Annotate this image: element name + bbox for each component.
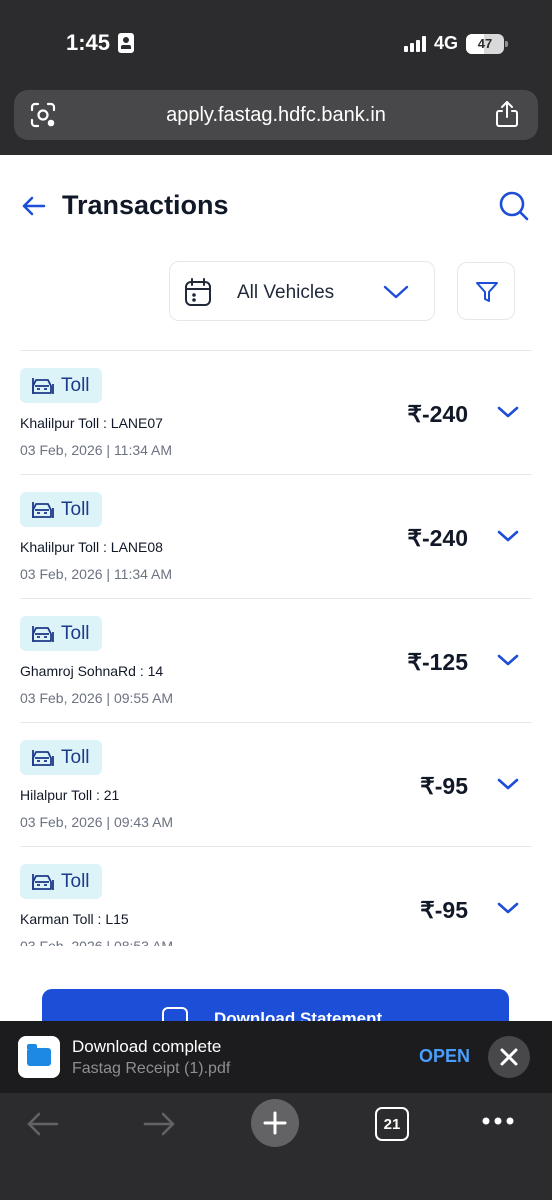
transaction-datetime: 03 Feb, 2026 | 08:53 AM <box>20 938 173 946</box>
transaction-time: 09:55 AM <box>113 690 174 706</box>
transaction-time: 11:34 AM <box>113 566 173 582</box>
transaction-date: 03 Feb, 2026 <box>20 442 103 458</box>
car-icon <box>32 501 54 518</box>
vehicle-dropdown[interactable]: All Vehicles <box>169 261 435 321</box>
toll-tag: Toll <box>20 740 102 775</box>
share-icon[interactable] <box>494 100 520 128</box>
car-icon <box>32 749 54 766</box>
car-icon <box>32 873 54 890</box>
chevron-down-icon[interactable] <box>496 775 520 793</box>
funnel-icon <box>476 282 498 302</box>
network-type: 4G <box>433 33 458 53</box>
browser-toolbar: 21 <box>0 1093 552 1200</box>
transaction-row[interactable]: Toll Khalilpur Toll : LANE08 03 Feb, 202… <box>20 475 532 599</box>
transaction-datetime: 03 Feb, 2026 | 11:34 AM <box>20 566 173 582</box>
toast-close-button[interactable] <box>488 1036 530 1078</box>
transaction-list[interactable]: Toll Khalilpur Toll : LANE07 03 Feb, 202… <box>20 350 532 946</box>
close-icon <box>500 1048 518 1066</box>
toll-tag: Toll <box>20 616 102 651</box>
transaction-datetime: 03 Feb, 2026 | 11:34 AM <box>20 442 173 458</box>
browser-chrome: 1:45 4G 47 apply.fastag.hdfc.bank.in <box>0 0 552 155</box>
filter-button[interactable] <box>457 262 515 320</box>
toast-open-button[interactable]: OPEN <box>419 1046 470 1067</box>
transaction-date: 03 Feb, 2026 <box>20 690 103 706</box>
more-icon[interactable] <box>480 1115 516 1127</box>
forward-arrow-icon[interactable] <box>142 1111 176 1137</box>
toll-tag: Toll <box>20 492 102 527</box>
toll-location: Khalilpur Toll : LANE07 <box>20 415 163 431</box>
toll-tag: Toll <box>20 368 102 403</box>
transaction-date: 03 Feb, 2026 <box>20 938 103 946</box>
url-text[interactable]: apply.fastag.hdfc.bank.in <box>14 104 538 127</box>
vehicle-dropdown-value: All Vehicles <box>237 282 335 303</box>
tab-count: 21 <box>383 1115 401 1133</box>
tag-label: Toll <box>61 746 90 768</box>
tag-label: Toll <box>61 622 90 644</box>
address-bar[interactable]: apply.fastag.hdfc.bank.in <box>14 90 538 140</box>
cellular-signal-icon <box>403 35 426 52</box>
files-app-icon <box>18 1036 60 1078</box>
chevron-down-icon[interactable] <box>496 403 520 421</box>
status-indicators: 4G 47 <box>403 33 508 54</box>
status-time-text: 1:45 <box>66 30 111 55</box>
calendar-icon <box>185 278 211 306</box>
transaction-time: 09:43 AM <box>113 814 174 830</box>
transaction-time: 11:34 AM <box>113 442 173 458</box>
tag-label: Toll <box>61 374 90 396</box>
transaction-amount: ₹-240 <box>407 401 468 427</box>
back-arrow-icon[interactable] <box>20 192 48 220</box>
transaction-amount: ₹-240 <box>407 525 468 551</box>
tag-label: Toll <box>61 870 90 892</box>
chevron-down-icon[interactable] <box>496 527 520 545</box>
transaction-date: 03 Feb, 2026 <box>20 566 103 582</box>
toll-location: Karman Toll : L15 <box>20 911 129 927</box>
chevron-down-icon <box>383 285 409 299</box>
transaction-row[interactable]: Toll Karman Toll : L15 03 Feb, 2026 | 08… <box>20 847 532 946</box>
transaction-amount: ₹-95 <box>420 897 468 923</box>
tabs-button[interactable]: 21 <box>375 1107 409 1141</box>
transaction-row[interactable]: Toll Khalilpur Toll : LANE07 03 Feb, 202… <box>20 351 532 475</box>
transaction-datetime: 03 Feb, 2026 | 09:43 AM <box>20 814 174 830</box>
page-title: Transactions <box>62 190 229 220</box>
car-icon <box>32 377 54 394</box>
transaction-date: 03 Feb, 2026 <box>20 814 103 830</box>
status-time: 1:45 <box>66 30 135 56</box>
search-icon[interactable] <box>498 190 530 222</box>
chevron-down-icon[interactable] <box>496 651 520 669</box>
chevron-down-icon[interactable] <box>496 899 520 917</box>
toast-filename: Fastag Receipt (1).pdf <box>72 1060 231 1077</box>
back-arrow-icon[interactable] <box>26 1111 60 1137</box>
toll-tag: Toll <box>20 864 102 899</box>
battery-icon: 47 <box>466 33 508 54</box>
transaction-row[interactable]: Toll Hilalpur Toll : 21 03 Feb, 2026 | 0… <box>20 723 532 847</box>
toast-title: Download complete <box>72 1037 222 1056</box>
toll-location: Khalilpur Toll : LANE08 <box>20 539 163 555</box>
transaction-amount: ₹-125 <box>407 649 468 675</box>
tag-label: Toll <box>61 498 90 520</box>
transaction-amount: ₹-95 <box>420 773 468 799</box>
toll-location: Hilalpur Toll : 21 <box>20 787 120 803</box>
toll-location: Ghamroj SohnaRd : 14 <box>20 663 164 679</box>
transaction-time: 08:53 AM <box>113 938 174 946</box>
plus-icon <box>263 1111 287 1135</box>
transaction-row[interactable]: Toll Ghamroj SohnaRd : 14 03 Feb, 2026 |… <box>20 599 532 723</box>
download-toast: Download complete Fastag Receipt (1).pdf… <box>0 1021 552 1093</box>
new-tab-button[interactable] <box>251 1099 299 1147</box>
contact-card-icon <box>118 33 135 53</box>
battery-percent: 47 <box>477 36 493 51</box>
car-icon <box>32 625 54 642</box>
transaction-datetime: 03 Feb, 2026 | 09:55 AM <box>20 690 174 706</box>
